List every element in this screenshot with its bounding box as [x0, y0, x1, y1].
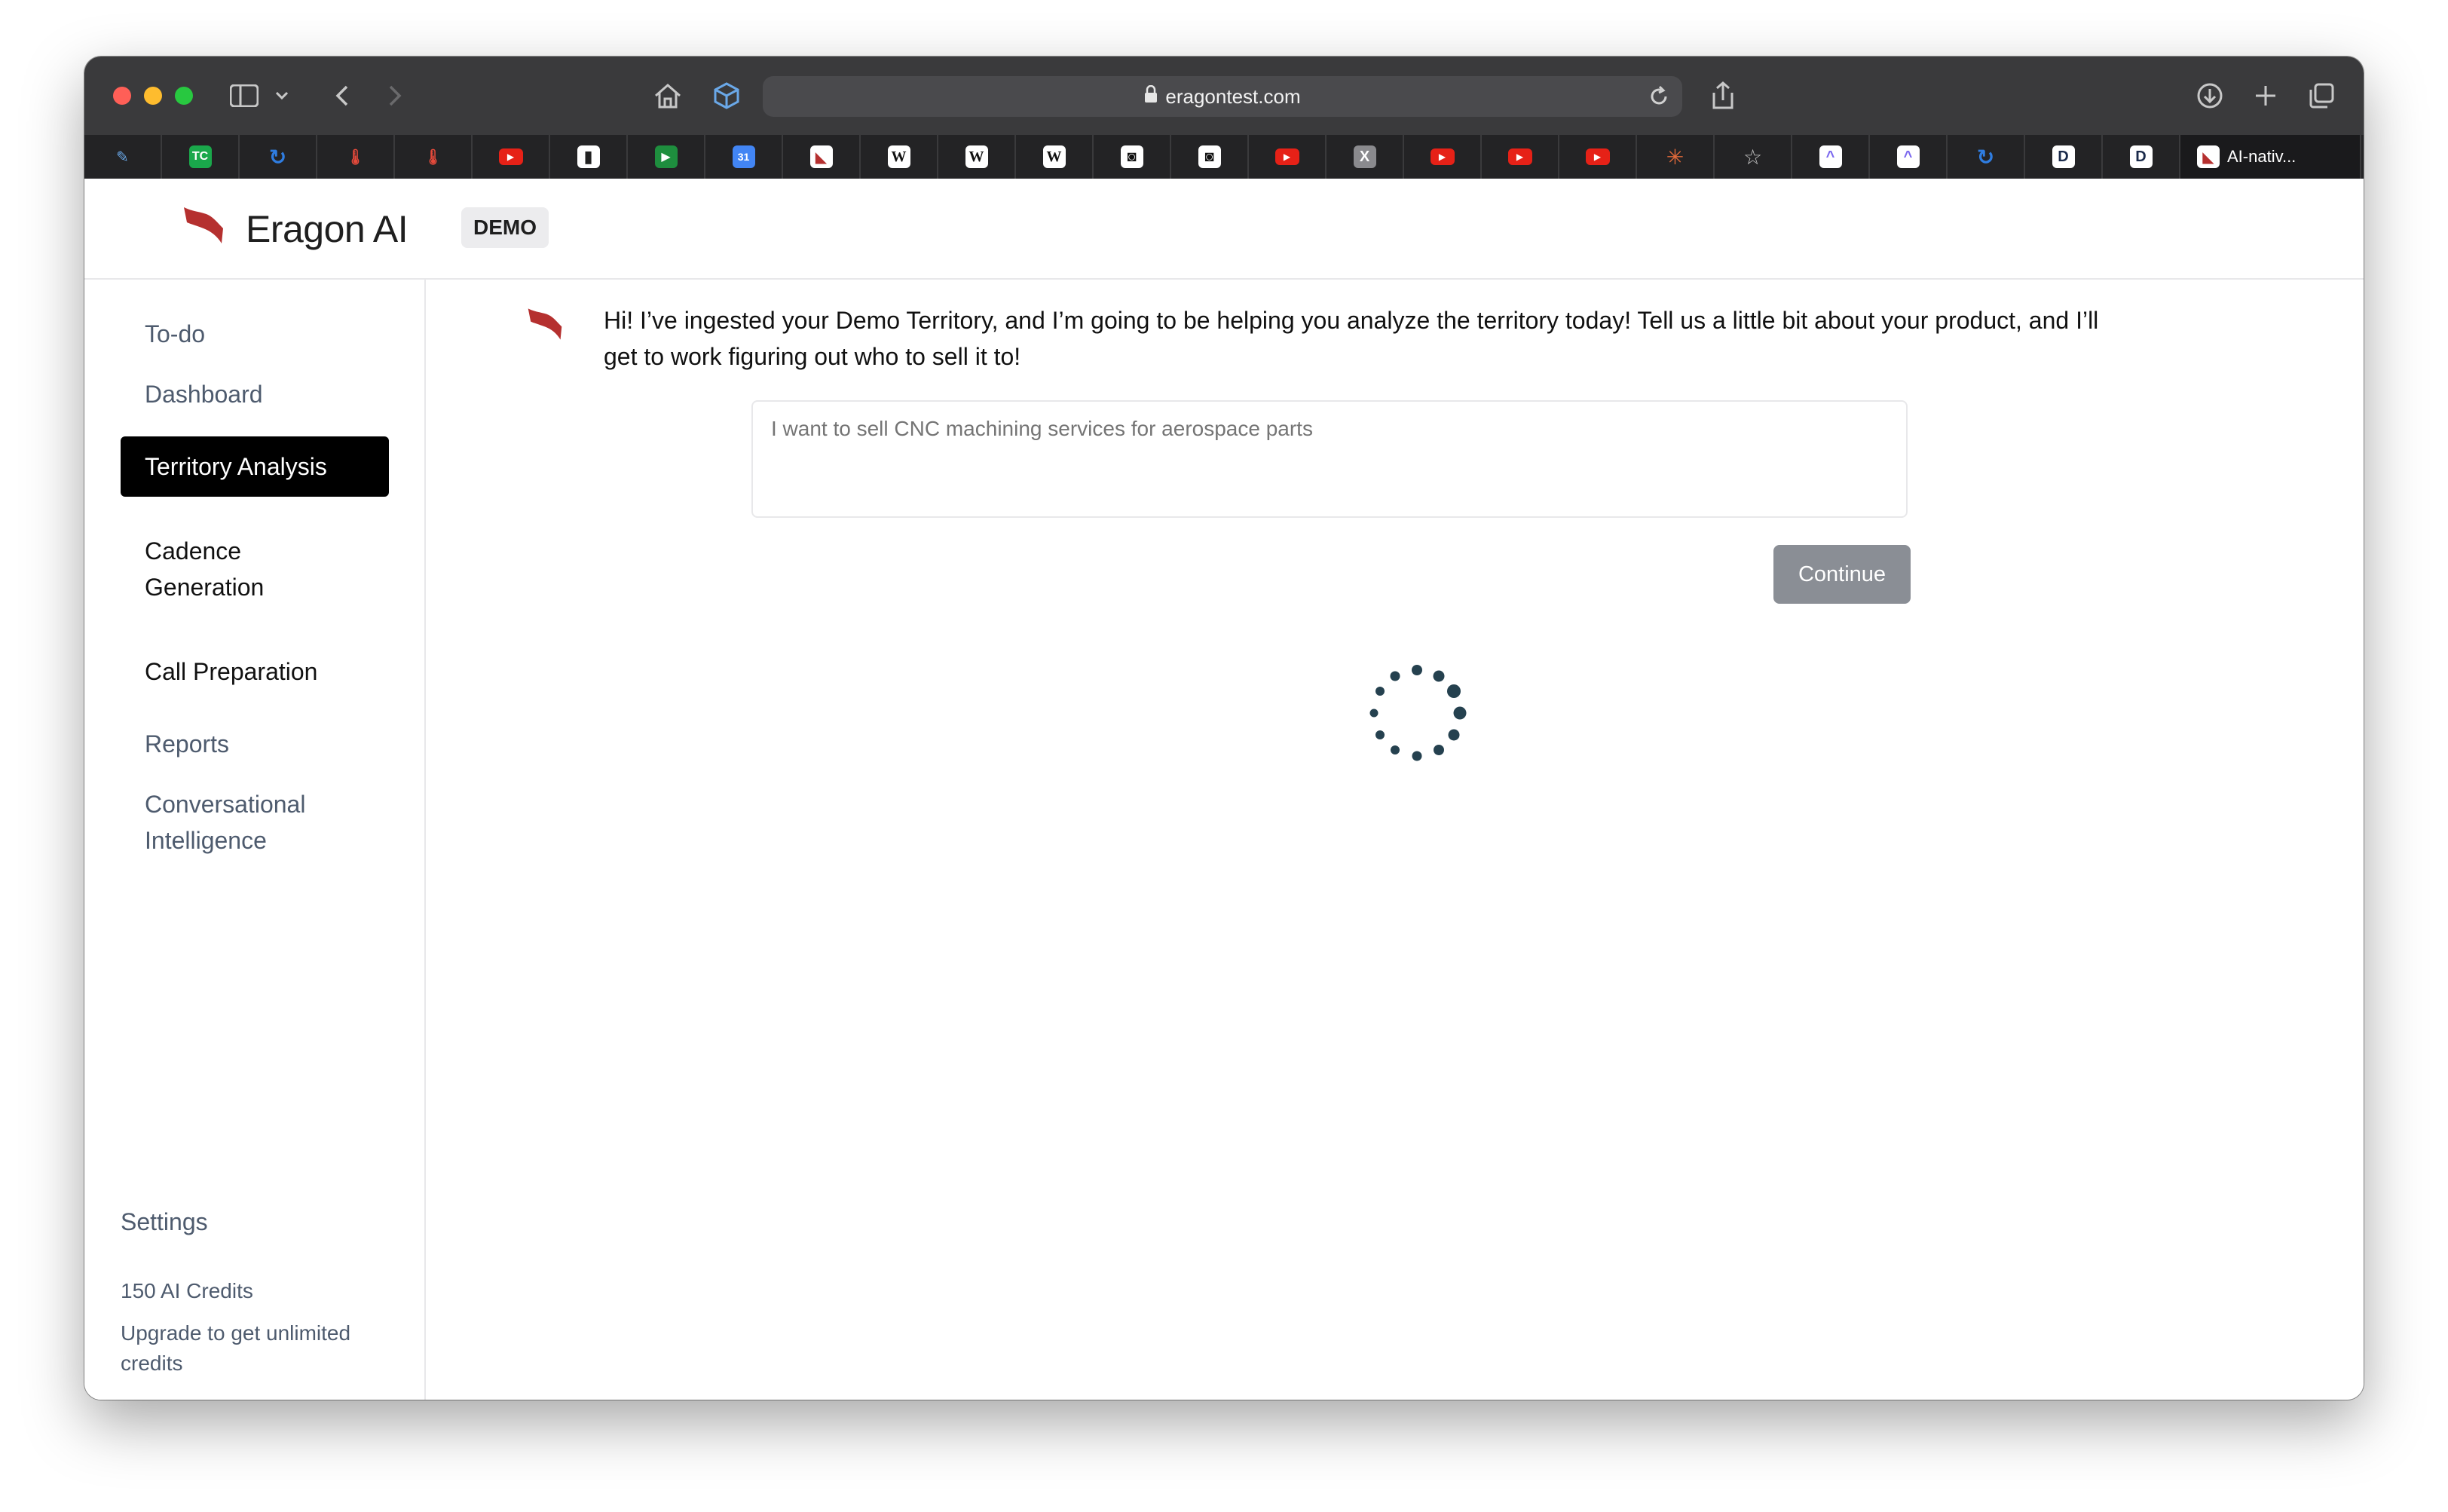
sidebar-toggle-icon[interactable]: [228, 78, 261, 114]
sidebar: To-do Dashboard Territory Analysis Caden…: [84, 280, 426, 1400]
bar-chart-icon: ▮: [577, 145, 600, 168]
tab-22[interactable]: ☆: [1715, 135, 1792, 179]
sidebar-item-territory-analysis[interactable]: Territory Analysis: [121, 436, 389, 497]
tab-active[interactable]: ◣ AI-nativ...: [2180, 135, 2361, 179]
tab-21[interactable]: ✳: [1637, 135, 1715, 179]
tab-2[interactable]: TC: [162, 135, 240, 179]
app-header: Eragon AI DEMO: [84, 179, 2364, 280]
downloads-icon[interactable]: [2192, 78, 2228, 114]
tab-25[interactable]: ↻: [1948, 135, 2025, 179]
active-tab-title: AI-nativ...: [2227, 147, 2297, 166]
extension-cube-icon[interactable]: [708, 78, 745, 114]
credits-count: 150 AI Credits: [121, 1279, 253, 1302]
youtube-icon: ▶: [1430, 148, 1455, 165]
tab-20[interactable]: ▶: [1559, 135, 1637, 179]
main-content: Hi! I’ve ingested your Demo Territory, a…: [426, 280, 2364, 1400]
sync-icon: ↻: [1976, 145, 1995, 169]
continue-button[interactable]: Continue: [1773, 545, 1911, 604]
tab-23[interactable]: ^: [1792, 135, 1870, 179]
tab-27[interactable]: D: [2103, 135, 2180, 179]
app: Eragon AI DEMO To-do Dashboard Territory…: [84, 179, 2364, 1400]
loading-spinner-icon: [1360, 657, 1473, 773]
tab-overview-icon[interactable]: [2303, 78, 2339, 114]
forward-icon[interactable]: [380, 78, 410, 114]
techcrunch-icon: TC: [188, 145, 212, 168]
sidebar-item-dashboard[interactable]: Dashboard: [145, 376, 263, 412]
tab-11[interactable]: W: [861, 135, 938, 179]
eragon-logo-icon[interactable]: [182, 206, 225, 249]
mascot-icon: ◙: [1120, 145, 1143, 168]
tab-17[interactable]: X: [1327, 135, 1404, 179]
assistant-message: Hi! I’ve ingested your Demo Territory, a…: [604, 307, 2099, 370]
settings-link[interactable]: Settings: [121, 1208, 208, 1236]
d-logo-icon: D: [2052, 145, 2075, 168]
tab-13[interactable]: W: [1016, 135, 1094, 179]
tab-24[interactable]: ^: [1870, 135, 1948, 179]
youtube-icon: ▶: [1585, 148, 1610, 165]
tab-18[interactable]: ▶: [1404, 135, 1482, 179]
clickup-icon: ^: [1896, 145, 1920, 168]
url-text: eragontest.com: [1165, 84, 1301, 108]
home-icon[interactable]: [650, 78, 686, 114]
demo-badge: DEMO: [461, 207, 549, 248]
close-window-button[interactable]: [113, 87, 131, 105]
tab-7[interactable]: ▮: [550, 135, 628, 179]
back-icon[interactable]: [327, 78, 357, 114]
minimize-window-button[interactable]: [144, 87, 162, 105]
tab-16[interactable]: ▶: [1249, 135, 1327, 179]
tab-1[interactable]: ✎: [84, 135, 162, 179]
clickup-icon: ^: [1819, 145, 1842, 168]
browser-window: eragontest.com ✎ TC ↻ 🌡 🌡 ▶ ▮ ▶ 31 ◣ W W: [84, 57, 2364, 1400]
sidebar-item-reports[interactable]: Reports: [145, 726, 229, 762]
youtube-icon: ▶: [498, 148, 523, 165]
reload-icon[interactable]: [1646, 84, 1672, 109]
mascot-icon: ◙: [1198, 145, 1221, 168]
wikipedia-icon: W: [965, 145, 988, 168]
address-bar[interactable]: eragontest.com: [763, 76, 1682, 117]
zoom-window-button[interactable]: [175, 87, 193, 105]
new-tab-icon[interactable]: [2248, 78, 2284, 114]
x-icon: X: [1353, 145, 1376, 168]
thermometer-icon: 🌡: [345, 148, 366, 166]
brand-name[interactable]: Eragon AI: [246, 207, 409, 251]
tab-6[interactable]: ▶: [473, 135, 550, 179]
thermometer-icon: 🌡: [423, 148, 443, 166]
tab-3[interactable]: ↻: [240, 135, 317, 179]
sidebar-item-conversational-intelligence[interactable]: Conversational Intelligence: [145, 786, 371, 859]
lock-icon: [1144, 84, 1158, 109]
sidebar-item-cadence-generation[interactable]: Cadence Generation: [145, 533, 295, 605]
tab-12[interactable]: W: [938, 135, 1016, 179]
eragon-avatar-icon: [527, 307, 563, 345]
tab-8[interactable]: ▶: [628, 135, 705, 179]
tab-strip: ✎ TC ↻ 🌡 🌡 ▶ ▮ ▶ 31 ◣ W W W ◙ ◙ ▶ X ▶ ▶ …: [84, 135, 2364, 179]
product-description-input[interactable]: [751, 400, 1908, 518]
meet-icon: ▶: [654, 145, 678, 168]
sparkle-icon: ✳: [1666, 145, 1685, 169]
tab-15[interactable]: ◙: [1171, 135, 1249, 179]
wikipedia-icon: W: [887, 145, 910, 168]
feather-icon: ✎: [116, 148, 129, 166]
sidebar-item-todo[interactable]: To-do: [145, 316, 205, 352]
eragon-icon: ◣: [809, 145, 833, 168]
tab-4[interactable]: 🌡: [317, 135, 395, 179]
tab-19[interactable]: ▶: [1482, 135, 1559, 179]
browser-toolbar: eragontest.com: [84, 57, 2364, 135]
sync-icon: ↻: [268, 145, 287, 169]
tab-14[interactable]: ◙: [1094, 135, 1171, 179]
share-icon[interactable]: [1705, 78, 1741, 114]
tab-26[interactable]: D: [2025, 135, 2103, 179]
youtube-icon: ▶: [1274, 148, 1299, 165]
tab-10[interactable]: ◣: [783, 135, 861, 179]
tab-9[interactable]: 31: [705, 135, 783, 179]
chevron-down-icon[interactable]: [273, 78, 291, 114]
upgrade-link[interactable]: Upgrade to get unlimited credits: [121, 1318, 392, 1379]
calendar-icon: 31: [732, 145, 755, 168]
eragon-icon: ◣: [2197, 145, 2220, 168]
sidebar-item-call-preparation[interactable]: Call Preparation: [145, 653, 317, 690]
wikipedia-icon: W: [1042, 145, 1066, 168]
star-icon: ☆: [1743, 145, 1763, 169]
d-logo-icon: D: [2129, 145, 2153, 168]
youtube-icon: ▶: [1507, 148, 1532, 165]
tab-5[interactable]: 🌡: [395, 135, 473, 179]
